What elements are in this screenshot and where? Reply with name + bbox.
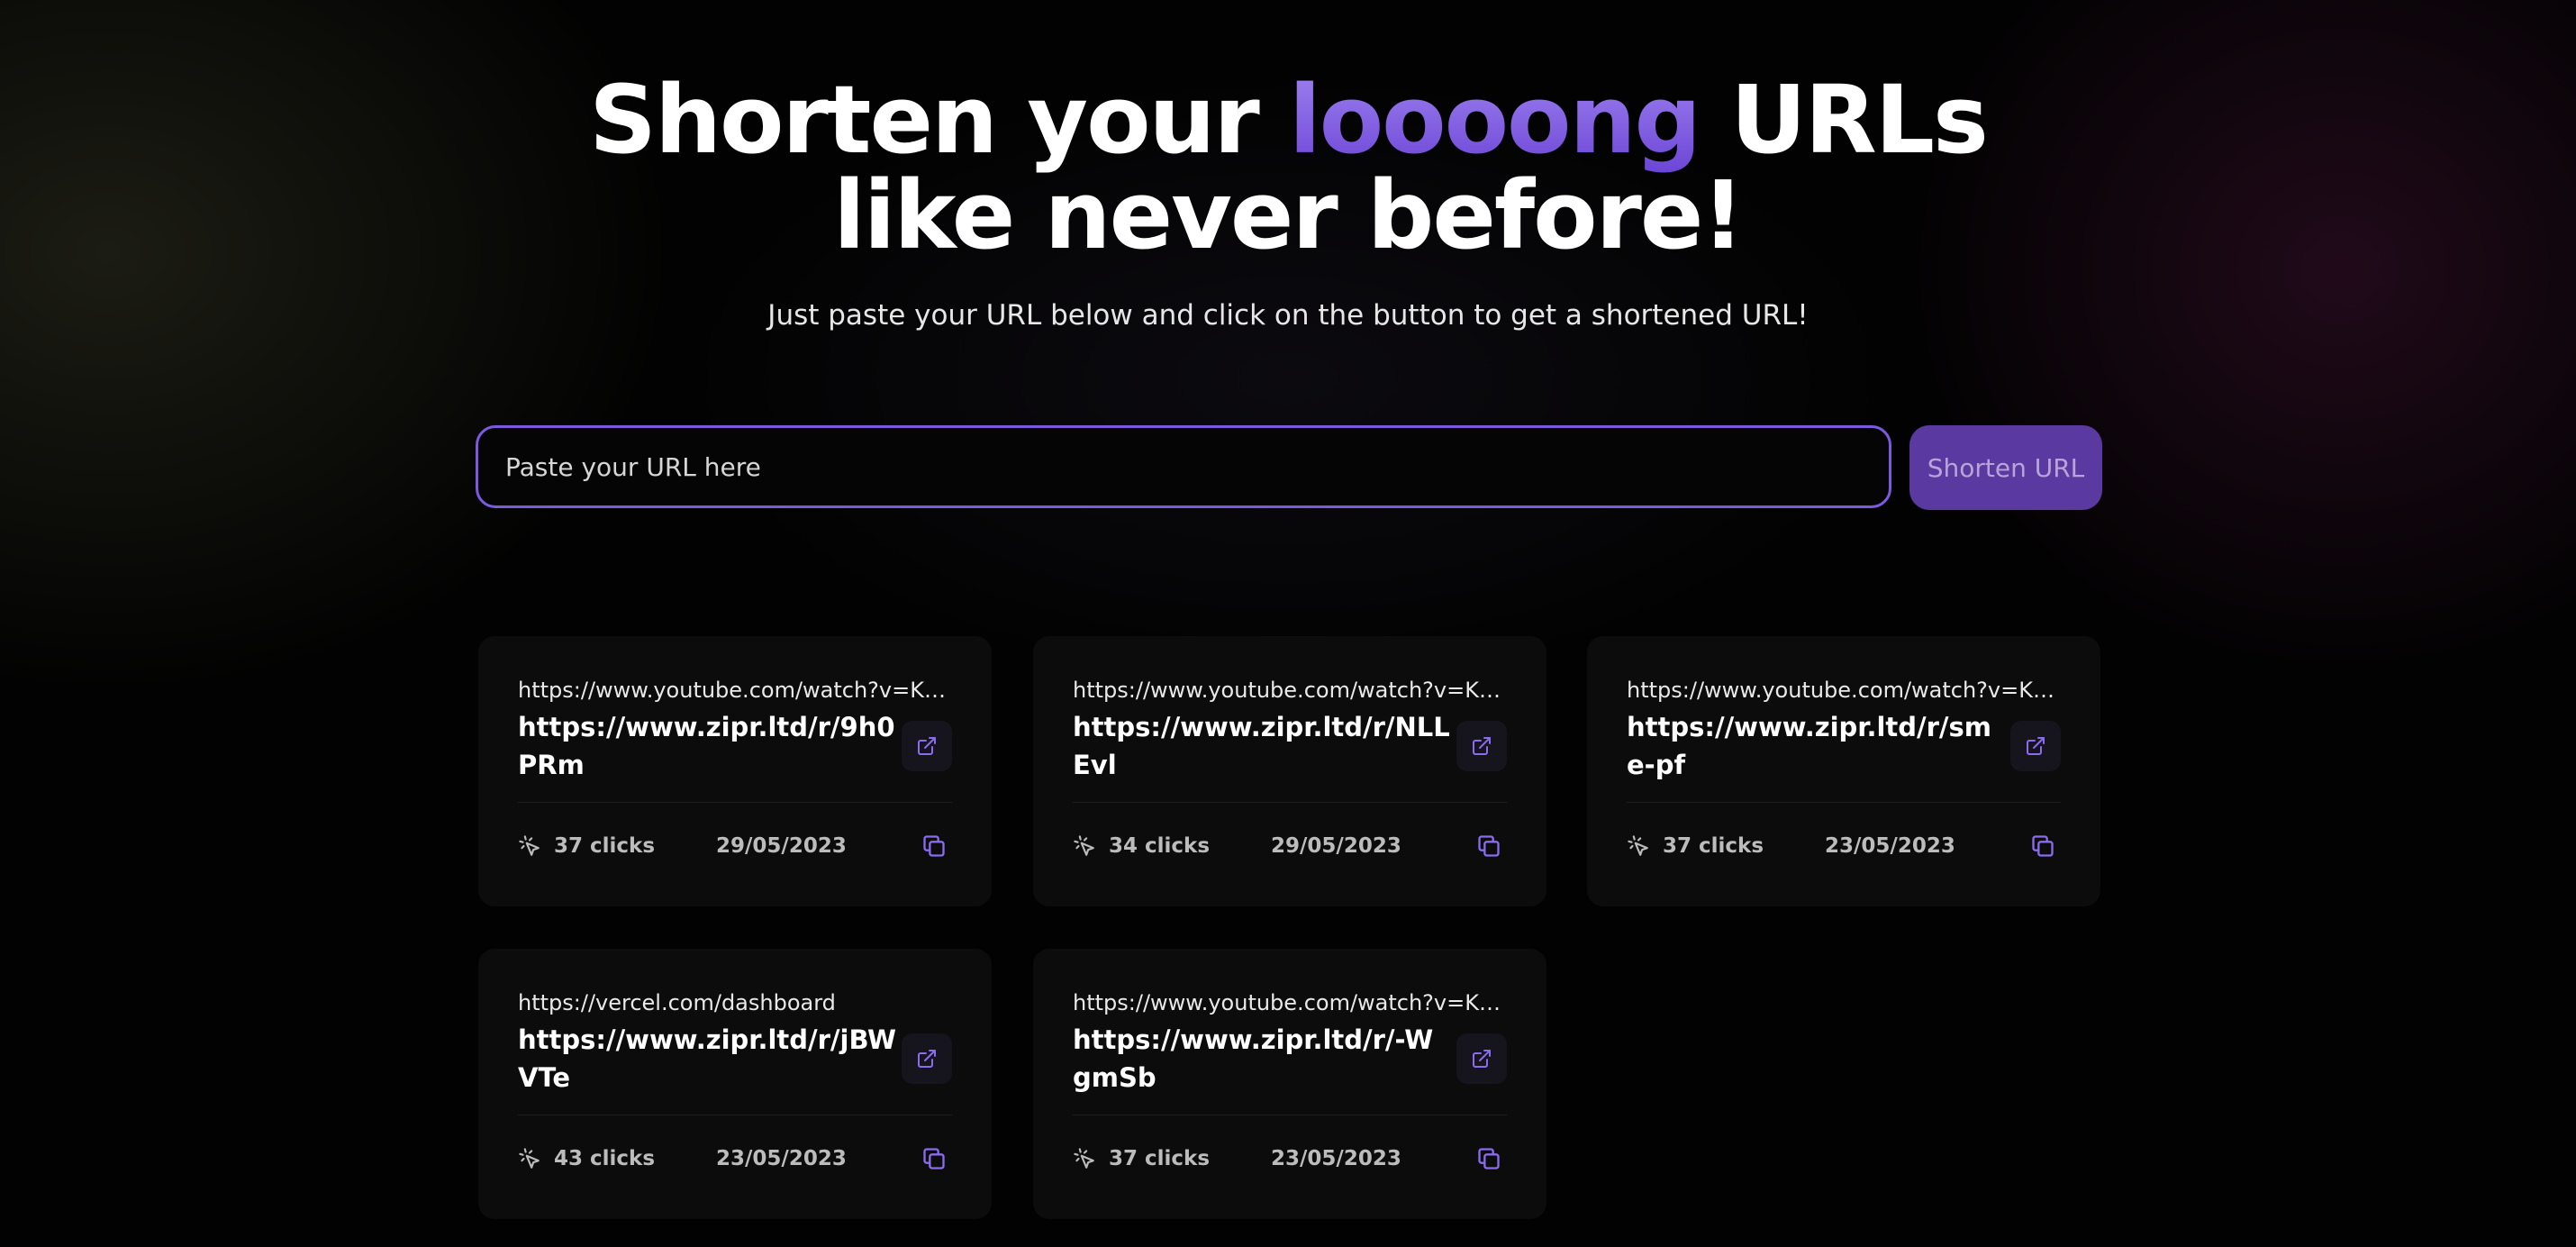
original-url: https://vercel.com/dashboard [518,990,836,1015]
short-url-row: https://www.zipr.ltd/r/9h0PRm [518,708,952,784]
link-meta: 37 clicks 23/05/2023 [1627,828,2061,864]
copy-icon[interactable] [2025,828,2061,864]
clicks-label: 37 clicks [1109,1147,1211,1170]
title-line-two: like never before! [833,160,1745,270]
copy-icon[interactable] [916,1141,952,1177]
created-date: 23/05/2023 [1271,1147,1401,1170]
link-meta: 43 clicks 23/05/2023 [518,1141,952,1177]
link-meta: 37 clicks 29/05/2023 [518,828,952,864]
created-date: 29/05/2023 [716,834,847,858]
copy-icon[interactable] [1471,828,1507,864]
link-card: https://vercel.com/dashboard https://www… [478,949,992,1219]
clicks-label: 34 clicks [1109,834,1211,858]
copy-icon[interactable] [916,828,952,864]
external-link-icon[interactable] [902,721,952,771]
click-count: 37 clicks [1073,1147,1271,1170]
link-meta: 37 clicks 23/05/2023 [1073,1141,1507,1177]
short-url: https://www.zipr.ltd/r/NLLEvl [1073,712,1450,780]
url-input[interactable] [476,425,1891,508]
short-url-row: https://www.zipr.ltd/r/NLLEvl [1073,708,1507,784]
external-link-icon[interactable] [2010,721,2061,771]
link-card: https://www.youtube.com/watch?v=KsQ4... … [1033,949,1547,1219]
click-count: 34 clicks [1073,834,1271,858]
cursor-click-icon [1074,1148,1094,1169]
click-count: 43 clicks [518,1147,716,1170]
title-accent: loooong [1289,65,1701,175]
clicks-label: 37 clicks [554,834,656,858]
page-title: Shorten your loooong URLs like never bef… [0,72,2576,263]
title-part: Shorten your [589,65,1290,175]
short-url: https://www.zipr.ltd/r/9h0PRm [518,712,895,780]
cursor-click-icon [519,1148,540,1169]
page-subtitle: Just paste your URL below and click on t… [767,299,1809,332]
original-url: https://www.youtube.com/watch?v=KsQ4... [1073,990,1505,1015]
external-link-icon[interactable] [1456,1033,1507,1084]
cursor-click-icon [1628,835,1648,856]
link-card: https://www.youtube.com/watch?v=KsQ4... … [1033,636,1547,906]
link-card: https://www.youtube.com/watch?v=KsQ4... … [1587,636,2100,906]
hero: Shorten your loooong URLs like never bef… [0,72,2576,332]
divider [1073,802,1507,803]
short-url-row: https://www.zipr.ltd/r/sme-pf [1627,708,2061,784]
shorten-url-button[interactable]: Shorten URL [1909,425,2102,510]
cursor-click-icon [1074,835,1094,856]
created-date: 23/05/2023 [716,1147,847,1170]
short-url-row: https://www.zipr.ltd/r/jBWVTe [518,1021,952,1097]
external-link-icon[interactable] [1456,721,1507,771]
created-date: 29/05/2023 [1271,834,1401,858]
original-url: https://www.youtube.com/watch?v=KsQ4... [518,678,950,703]
original-url: https://www.youtube.com/watch?v=KsQ4... [1073,678,1505,703]
link-meta: 34 clicks 29/05/2023 [1073,828,1507,864]
divider [1627,802,2061,803]
shorten-form: Shorten URL [476,425,2102,510]
clicks-label: 37 clicks [1663,834,1764,858]
click-count: 37 clicks [518,834,716,858]
short-url: https://www.zipr.ltd/r/sme-pf [1627,712,1991,780]
divider [518,802,952,803]
short-url: https://www.zipr.ltd/r/-WgmSb [1073,1024,1434,1093]
click-count: 37 clicks [1627,834,1825,858]
short-url: https://www.zipr.ltd/r/jBWVTe [518,1024,896,1093]
external-link-icon[interactable] [902,1033,952,1084]
clicks-label: 43 clicks [554,1147,656,1170]
created-date: 23/05/2023 [1825,834,1955,858]
short-url-row: https://www.zipr.ltd/r/-WgmSb [1073,1021,1507,1097]
copy-icon[interactable] [1471,1141,1507,1177]
link-card: https://www.youtube.com/watch?v=KsQ4... … [478,636,992,906]
original-url: https://www.youtube.com/watch?v=KsQ4... [1627,678,2059,703]
cursor-click-icon [519,835,540,856]
title-part: URLs [1699,65,1989,175]
